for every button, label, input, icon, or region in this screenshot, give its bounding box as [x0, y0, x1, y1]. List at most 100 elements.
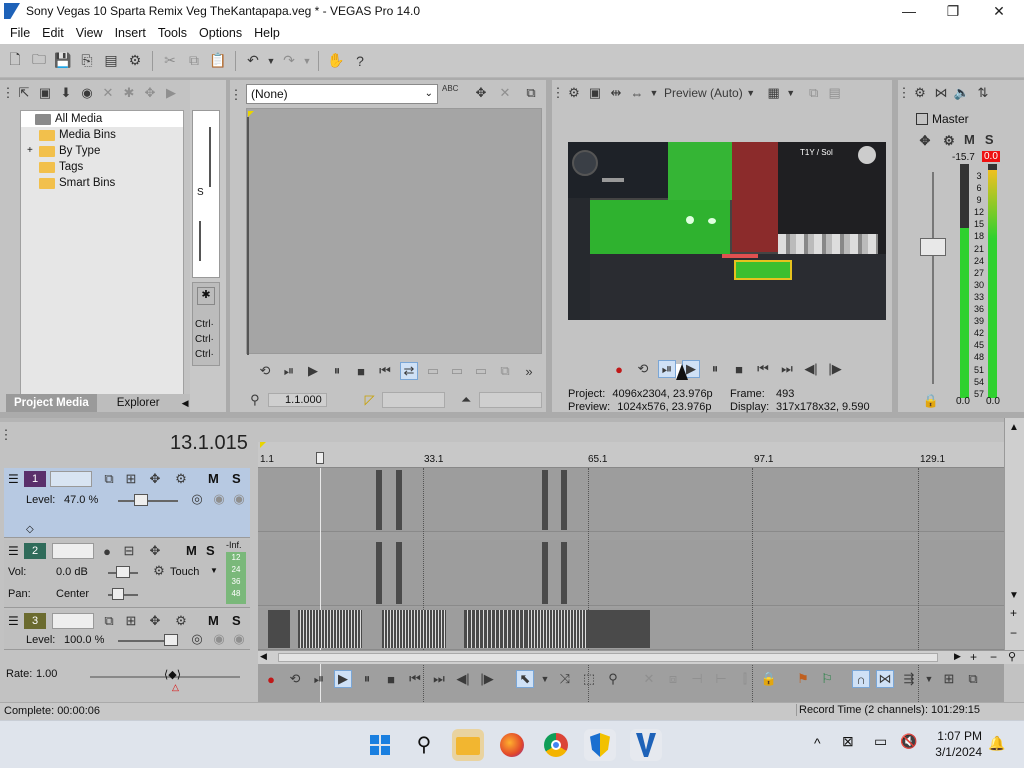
- panel-grip-icon[interactable]: ⋮: [230, 86, 243, 104]
- track-mute[interactable]: M: [208, 471, 219, 486]
- track-motion-icon[interactable]: ⧉: [100, 470, 118, 488]
- track-mute[interactable]: M: [208, 613, 219, 628]
- notification-bell-icon[interactable]: 🔔: [988, 735, 1005, 752]
- track-gear-icon[interactable]: ⚙: [172, 470, 190, 488]
- audio-event[interactable]: [396, 542, 402, 604]
- lock-icon[interactable]: 🔒: [760, 670, 778, 688]
- preview-quality-dropdown[interactable]: Preview (Auto): [664, 86, 743, 100]
- speaker-icon[interactable]: 🔈: [953, 84, 971, 102]
- envelope-edit-tool-icon[interactable]: ⤨: [556, 670, 574, 688]
- track-header-1[interactable]: ☰ 1 ⧉ ⊞ ✥ ⚙ M S Level: 47.0 % ◎ ◉ ◉ ◇: [4, 468, 250, 538]
- menu-edit[interactable]: Edit: [36, 26, 70, 40]
- web-globe-icon[interactable]: ◉: [78, 84, 96, 102]
- master-fx-icon[interactable]: ⋈: [932, 84, 950, 102]
- playhead-marker[interactable]: [316, 452, 324, 464]
- enable-snapping-magnet-icon[interactable]: ∩: [852, 670, 870, 688]
- properties-gear-icon[interactable]: ⚙: [124, 50, 146, 72]
- track-solo[interactable]: S: [232, 613, 241, 628]
- capture-video-icon[interactable]: ▣: [36, 84, 54, 102]
- record-icon[interactable]: ●: [610, 360, 628, 378]
- menu-insert[interactable]: Insert: [109, 26, 152, 40]
- media-fx-icon[interactable]: ✱: [120, 84, 138, 102]
- master-fx-chain-icon[interactable]: ⚙: [940, 132, 958, 150]
- tree-item-smart-bins[interactable]: Smart Bins: [21, 175, 183, 191]
- normal-edit-tool-icon[interactable]: ⬉: [516, 670, 534, 688]
- menu-view[interactable]: View: [70, 26, 109, 40]
- track-header-3[interactable]: ☰ 3 ⧉ ⊞ ✥ ⚙ M S Level: 100.0 % ◎ ◉ ◉: [4, 610, 250, 650]
- chevron-down-icon[interactable]: ▼: [786, 84, 796, 102]
- video-event[interactable]: [542, 470, 548, 530]
- tab-project-media[interactable]: Project Media: [6, 394, 97, 412]
- split-icon[interactable]: ⫿: [736, 670, 754, 688]
- paste-icon[interactable]: 📋: [207, 50, 229, 72]
- master-mute[interactable]: M: [964, 132, 975, 150]
- arm-record-icon[interactable]: ●: [98, 542, 116, 560]
- track-level-slider[interactable]: [134, 494, 148, 506]
- track-parent-icon[interactable]: ◎: [188, 630, 206, 648]
- panel-grip-icon[interactable]: ⋮: [0, 426, 13, 444]
- selection-edit-tool-icon[interactable]: ⬚: [580, 670, 598, 688]
- automation-mode-dropdown[interactable]: Touch: [170, 566, 199, 578]
- video-event[interactable]: [382, 610, 446, 648]
- scroll-thumb[interactable]: [278, 653, 938, 662]
- play-icon[interactable]: ▶: [334, 670, 352, 688]
- trim-start-icon[interactable]: ⊣: [688, 670, 706, 688]
- tree-item-tags[interactable]: Tags: [21, 159, 183, 175]
- copy-snapshot-icon[interactable]: ⧉: [805, 84, 823, 102]
- undo-icon[interactable]: ↶: [242, 50, 264, 72]
- firefox-icon[interactable]: [496, 729, 528, 761]
- split-screen-icon[interactable]: ⇹: [607, 84, 625, 102]
- compositing-mode-icon[interactable]: ✥: [146, 470, 164, 488]
- track-composite-child-icon[interactable]: ◉: [230, 630, 248, 648]
- auto-crossfade-icon[interactable]: ⋈: [876, 670, 894, 688]
- add-to-timeline-after-icon[interactable]: ▭: [448, 362, 466, 380]
- video-event[interactable]: [376, 470, 382, 530]
- expand-keyframes-icon[interactable]: ◇: [26, 524, 34, 535]
- save-icon[interactable]: 💾: [52, 50, 74, 72]
- video-preview-frame[interactable]: T1Y / Sol: [568, 142, 886, 320]
- track-fx-icon[interactable]: ⊟: [120, 542, 138, 560]
- track-menu-icon[interactable]: ☰: [8, 614, 19, 628]
- trimmer-clear-icon[interactable]: ✕: [496, 84, 514, 102]
- play-icon[interactable]: ▶: [304, 362, 322, 380]
- show-hidden-icons-chevron[interactable]: ^: [814, 735, 821, 751]
- chevron-down-icon[interactable]: ▼: [746, 84, 756, 102]
- scroll-right-icon[interactable]: ▶: [954, 651, 961, 662]
- ignore-event-grouping-icon[interactable]: ⧉: [964, 670, 982, 688]
- save-snapshot-icon[interactable]: ▤: [826, 84, 844, 102]
- copy-icon[interactable]: ⧉: [183, 50, 205, 72]
- compositing-mode-icon[interactable]: ✥: [146, 612, 164, 630]
- go-to-end-icon[interactable]: ⏭: [778, 360, 796, 378]
- spelling-abc-icon[interactable]: ABC: [442, 84, 458, 93]
- trimmer-media-dropdown[interactable]: (None) ⌄: [246, 84, 438, 104]
- master-enable-icon[interactable]: [916, 113, 928, 125]
- taskbar-time[interactable]: 1:07 PM: [934, 729, 982, 743]
- zoom-out-time-icon[interactable]: −: [990, 650, 997, 664]
- stop-icon[interactable]: ■: [382, 670, 400, 688]
- search-icon[interactable]: ⚲: [408, 729, 440, 761]
- track-gear-icon[interactable]: ⚙: [172, 612, 190, 630]
- fx-thumbnail-icon[interactable]: ✱: [197, 287, 215, 305]
- redo-dropdown-icon[interactable]: ▼: [302, 50, 312, 72]
- import-media-icon[interactable]: ⇱: [15, 84, 33, 102]
- track-solo[interactable]: S: [206, 543, 215, 558]
- add-to-timeline-before-icon[interactable]: ▭: [424, 362, 442, 380]
- lock-envelopes-icon[interactable]: ⊞: [940, 670, 958, 688]
- trimmer-options-icon[interactable]: ⧉: [522, 84, 540, 102]
- video-event[interactable]: [526, 610, 588, 648]
- panel-grip-icon[interactable]: ⋮: [898, 84, 911, 102]
- chevron-down-icon[interactable]: ▼: [1009, 590, 1019, 601]
- master-volume-fader[interactable]: [920, 238, 946, 256]
- video-fx-icon[interactable]: ⇔: [628, 84, 646, 102]
- track-fx-icon[interactable]: ⊞: [122, 470, 140, 488]
- add-to-timeline-icon[interactable]: ⇄: [400, 362, 418, 380]
- loop-playback-icon[interactable]: ⟲: [286, 670, 304, 688]
- vegas-taskbar-icon[interactable]: [630, 729, 662, 761]
- taskbar-date[interactable]: 3/1/2024: [930, 745, 982, 759]
- new-file-icon[interactable]: 🗋: [4, 50, 26, 72]
- master-solo[interactable]: S: [985, 132, 994, 150]
- track-mute[interactable]: M: [186, 543, 197, 558]
- redo-icon[interactable]: ↷: [278, 50, 300, 72]
- media-generators-icon[interactable]: ✥: [141, 84, 159, 102]
- audio-event[interactable]: [376, 542, 382, 604]
